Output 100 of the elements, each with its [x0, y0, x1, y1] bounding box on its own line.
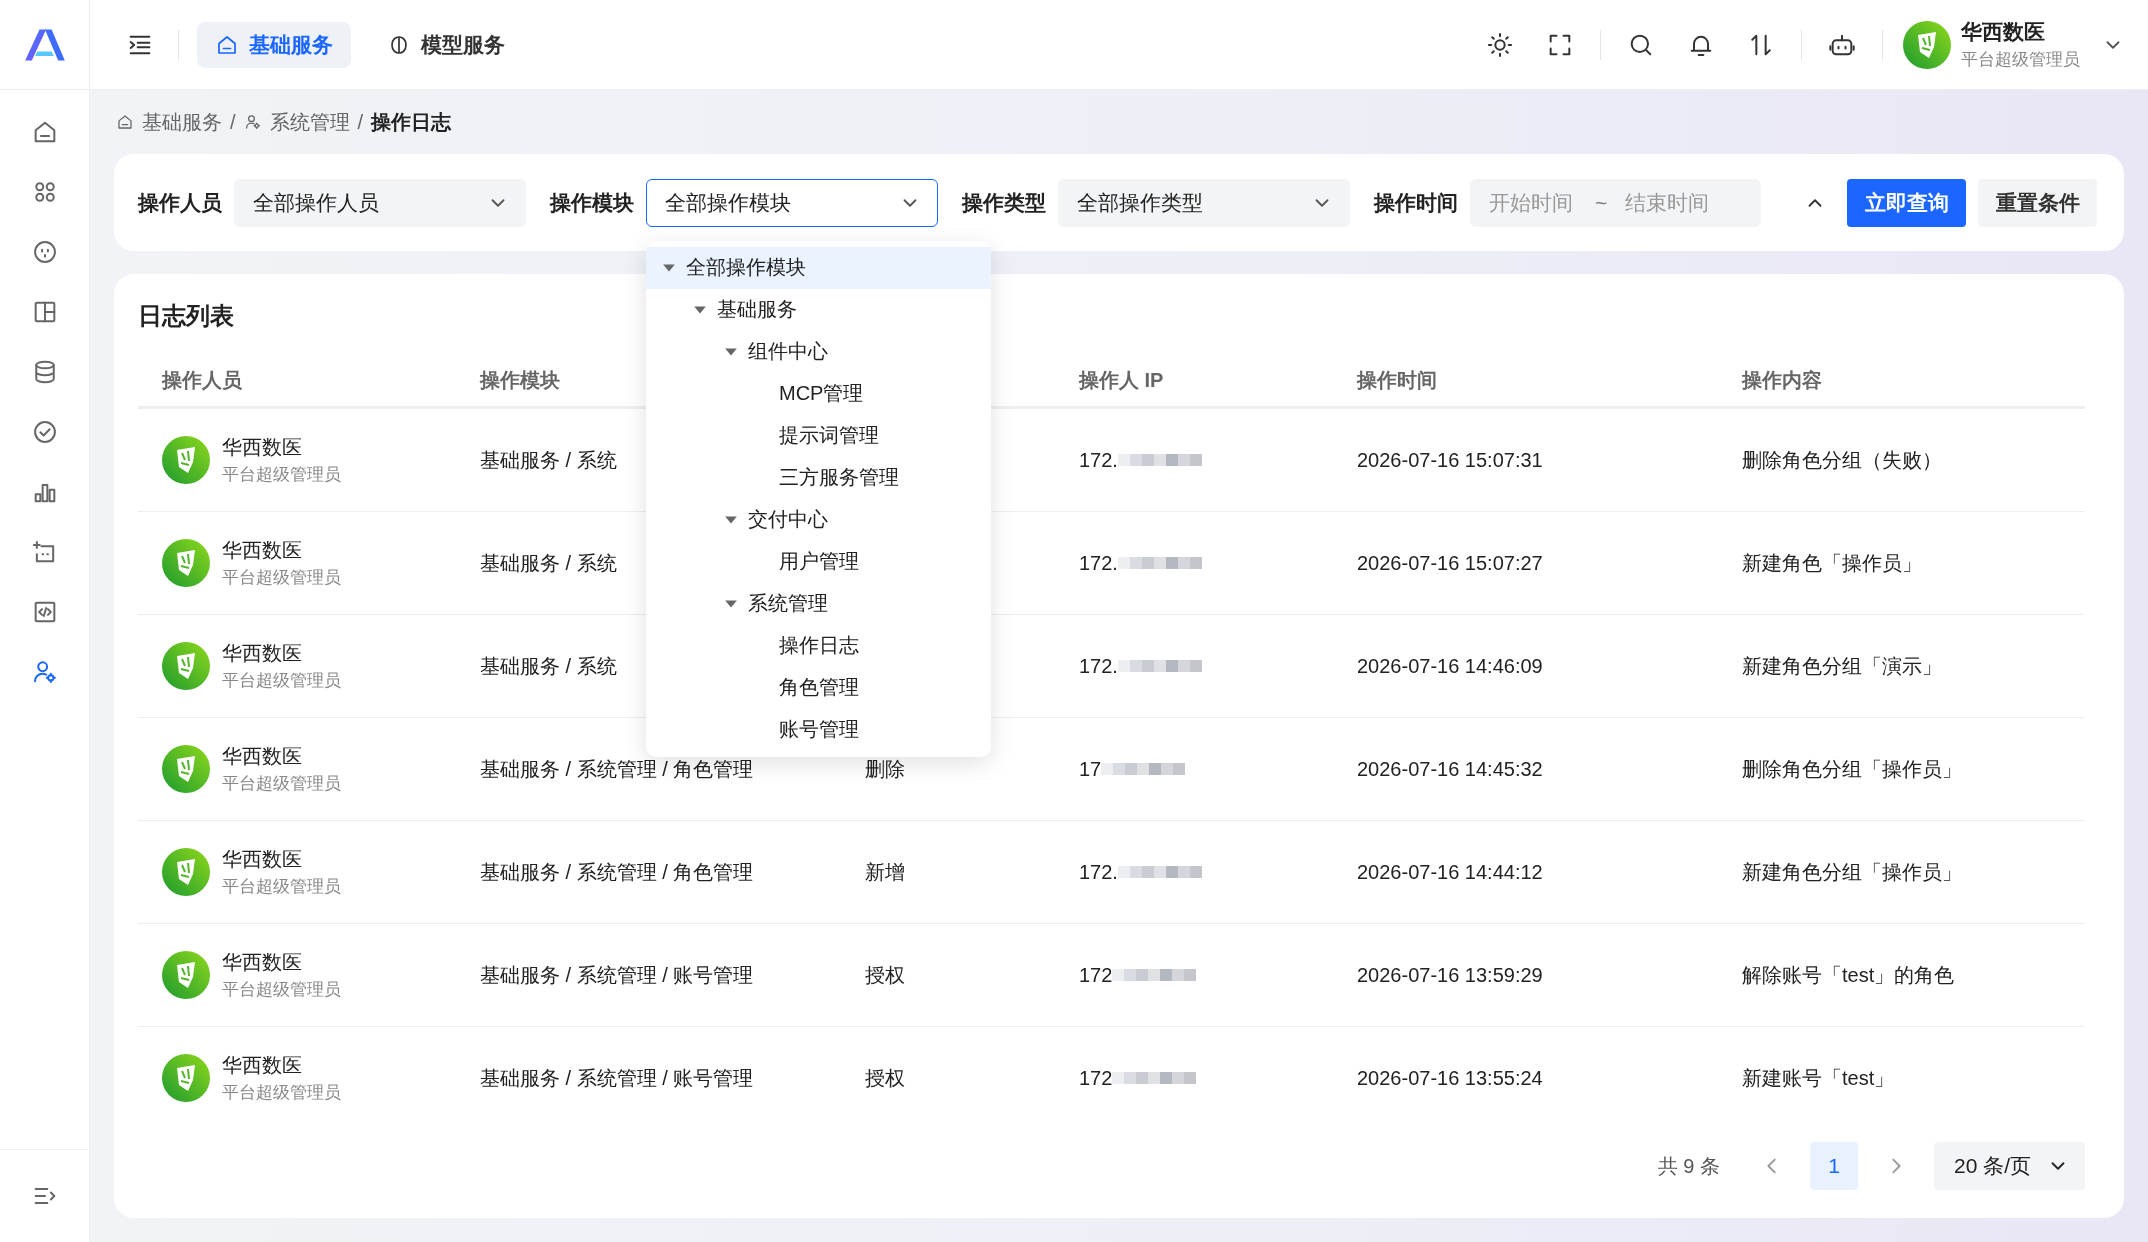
table-cell-text: 基础服务 / 系统: [480, 447, 617, 473]
table-cell: 172: [1079, 963, 1113, 987]
page-button[interactable]: 1: [1809, 1142, 1858, 1190]
column-header: 操作时间: [1357, 367, 1437, 393]
user-name: 华西数医: [1961, 19, 2046, 45]
table-cell: 2026-07-16 15:07:27: [1357, 551, 1543, 575]
tree-item[interactable]: 提示词管理: [646, 414, 991, 457]
table-cell-text: 基础服务 / 系统管理 / 账号管理: [480, 1065, 754, 1091]
operator-role: 平台超级管理员: [222, 567, 341, 589]
table-cell-text: 基础服务 / 系统管理 / 角色管理: [480, 756, 754, 782]
operator-role: 平台超级管理员: [222, 670, 341, 692]
tree-item[interactable]: 基础服务: [646, 288, 991, 331]
avatar-icon: [162, 848, 210, 896]
filter-label: 操作类型: [962, 189, 1046, 216]
user-menu[interactable]: 华西数医 平台超级管理员: [1903, 18, 2124, 71]
table-cell-text: 基础服务 / 系统管理 / 角色管理: [480, 859, 754, 885]
table-cell: 172.: [1079, 551, 1118, 575]
select-field[interactable]: 全部操作类型: [1058, 178, 1350, 227]
operator-name: 华西数医: [222, 1053, 303, 1078]
operator-role: 平台超级管理员: [222, 464, 341, 486]
search-button[interactable]: 立即查询: [1847, 178, 1966, 227]
table-cell-text: 授权: [865, 1065, 905, 1091]
operator-role: 平台超级管理员: [222, 773, 341, 795]
table-cell-text: 删除角色分组（失败）: [1742, 447, 1942, 473]
table-cell-text: 基础服务 / 系统管理 / 账号管理: [480, 962, 754, 988]
avatar-icon: [162, 951, 210, 999]
breadcrumb-link[interactable]: 基础服务: [142, 108, 222, 136]
table-cell: 2026-07-16 13:55:24: [1357, 1066, 1543, 1090]
operator-name: 华西数医: [222, 744, 303, 769]
filter-label: 操作人员: [138, 189, 222, 216]
column-header: 操作内容: [1742, 367, 1822, 393]
reset-button[interactable]: 重置条件: [1978, 178, 2097, 227]
breadcrumb-link[interactable]: 系统管理: [269, 108, 350, 136]
avatar-icon: [162, 642, 210, 690]
filter-label: 操作模块: [550, 189, 634, 216]
date-range-field[interactable]: 开始时间 ~ 结束时间: [1470, 178, 1761, 227]
column-header: 操作模块: [480, 367, 560, 393]
operator-name: 华西数医: [222, 435, 303, 460]
total-count: 共 9 条: [1657, 1153, 1720, 1179]
filter-label: 操作时间: [1374, 189, 1458, 216]
tree-item[interactable]: MCP管理: [646, 372, 991, 415]
table-cell: 172.: [1079, 448, 1118, 472]
end-date-placeholder: 结束时间: [1625, 189, 1710, 216]
avatar-icon: [162, 745, 210, 793]
table-cell-text: 基础服务 / 系统: [480, 550, 617, 576]
table-cell: 172: [1079, 1066, 1113, 1090]
select-field[interactable]: 全部操作人员: [234, 178, 526, 227]
table-cell: 2026-07-16 14:45:32: [1357, 757, 1543, 781]
operator-name: 华西数医: [222, 641, 303, 666]
home-icon: [116, 113, 134, 131]
table-cell-text: 新增: [865, 859, 905, 885]
table-cell-text: 删除: [865, 756, 905, 782]
column-header: 操作人 IP: [1079, 367, 1164, 393]
breadcrumb-current: 操作日志: [371, 109, 452, 135]
table-cell: 2026-07-16 14:44:12: [1357, 860, 1543, 884]
tree-item[interactable]: 组件中心: [646, 330, 991, 373]
start-date-placeholder: 开始时间: [1489, 189, 1573, 216]
table-cell-text: 基础服务 / 系统: [480, 653, 617, 679]
table-cell: 17: [1079, 757, 1102, 781]
tree-item[interactable]: 操作日志: [646, 624, 991, 667]
sun-icon: [1486, 30, 1514, 59]
table-cell: 2026-07-16 15:07:31: [1357, 448, 1543, 472]
table-cell-text: 新建账号「test」: [1742, 1065, 1895, 1091]
page-size-select[interactable]: 20 条/页: [1933, 1142, 2085, 1190]
table-cell-text: 新建角色分组「演示」: [1742, 653, 1942, 679]
operator-name: 华西数医: [222, 538, 303, 563]
section-title: 日志列表: [138, 301, 234, 331]
user-icon: [243, 113, 262, 131]
table-cell: 172.: [1079, 654, 1118, 678]
tree-item[interactable]: 交付中心: [646, 498, 991, 541]
table-cell: 2026-07-16 13:59:29: [1357, 963, 1543, 987]
breadcrumb-separator: /: [357, 110, 364, 134]
avatar-icon: [162, 436, 210, 484]
column-header: 操作人员: [162, 367, 242, 393]
nav-tab[interactable]: 模型服务: [369, 21, 523, 68]
operator-role: 平台超级管理员: [222, 876, 341, 898]
table-cell: 172.: [1079, 860, 1118, 884]
breadcrumb-separator: /: [230, 110, 236, 134]
user-role: 平台超级管理员: [1961, 49, 2080, 71]
table-cell-text: 解除账号「test」的角色: [1742, 962, 1955, 988]
select-field[interactable]: 全部操作模块: [646, 178, 938, 227]
tree-item[interactable]: 用户管理: [646, 540, 991, 583]
table-cell-text: 删除角色分组「操作员」: [1742, 756, 1962, 782]
operator-name: 华西数医: [222, 950, 303, 975]
table-cell-text: 新建角色分组「操作员」: [1742, 859, 1962, 885]
operator-role: 平台超级管理员: [222, 979, 341, 1001]
tree-item[interactable]: 三方服务管理: [646, 456, 991, 499]
table-cell-text: 授权: [865, 962, 905, 988]
tree-item[interactable]: 系统管理: [646, 582, 991, 625]
table-cell: 2026-07-16 14:46:09: [1357, 654, 1543, 678]
avatar-icon: [1903, 20, 1951, 69]
table-cell-text: 新建角色「操作员」: [1742, 550, 1922, 576]
operator-name: 华西数医: [222, 847, 303, 872]
tree-item[interactable]: 角色管理: [646, 666, 991, 709]
tree-item[interactable]: 全部操作模块: [646, 246, 991, 289]
tree-item[interactable]: 账号管理: [646, 708, 991, 751]
nav-tab[interactable]: 基础服务: [197, 21, 351, 68]
avatar-icon: [162, 1054, 210, 1102]
range-separator: ~: [1595, 190, 1608, 215]
operator-role: 平台超级管理员: [222, 1082, 341, 1104]
